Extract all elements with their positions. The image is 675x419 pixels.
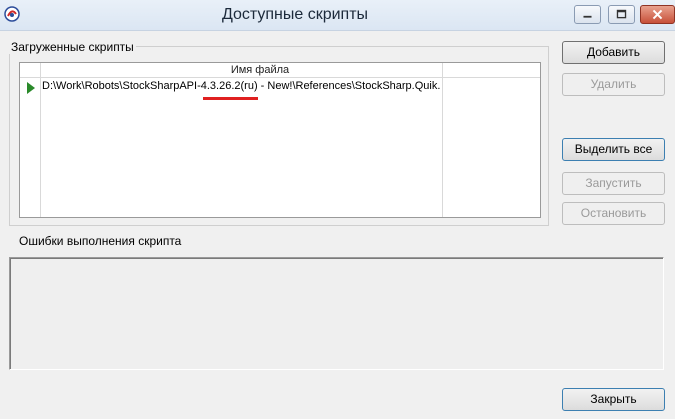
running-arrow-icon xyxy=(27,82,35,94)
scripts-list[interactable]: Имя файла D:\Work\Robots\StockSharpAPI-4… xyxy=(19,62,541,218)
minimize-icon xyxy=(583,15,592,18)
maximize-icon xyxy=(616,9,627,19)
loaded-scripts-label: Загруженные скрипты xyxy=(9,40,136,54)
maximize-button[interactable] xyxy=(608,5,635,24)
select-all-button[interactable]: Выделить все xyxy=(562,138,665,161)
close-window-button[interactable] xyxy=(640,5,675,24)
script-file-name[interactable]: D:\Work\Robots\StockSharpAPI-4.3.26.2(ru… xyxy=(42,80,440,92)
delete-button[interactable]: Удалить xyxy=(562,73,665,96)
errors-label: Ошибки выполнения скрипта xyxy=(19,234,182,248)
stop-button[interactable]: Остановить xyxy=(562,202,665,225)
version-underline-mark xyxy=(203,97,258,100)
minimize-button[interactable] xyxy=(574,5,601,24)
window-title: Доступные скрипты xyxy=(221,6,369,23)
title-bar[interactable]: Доступные скрипты xyxy=(0,0,675,31)
run-button[interactable]: Запустить xyxy=(562,172,665,195)
column-separator xyxy=(442,63,443,217)
errors-output[interactable] xyxy=(9,257,664,370)
add-button[interactable]: Добавить xyxy=(562,41,665,64)
file-name-column-header[interactable]: Имя файла xyxy=(20,64,500,76)
list-header[interactable]: Имя файла xyxy=(20,63,540,78)
close-button[interactable]: Закрыть xyxy=(562,388,665,411)
close-icon xyxy=(652,9,663,20)
